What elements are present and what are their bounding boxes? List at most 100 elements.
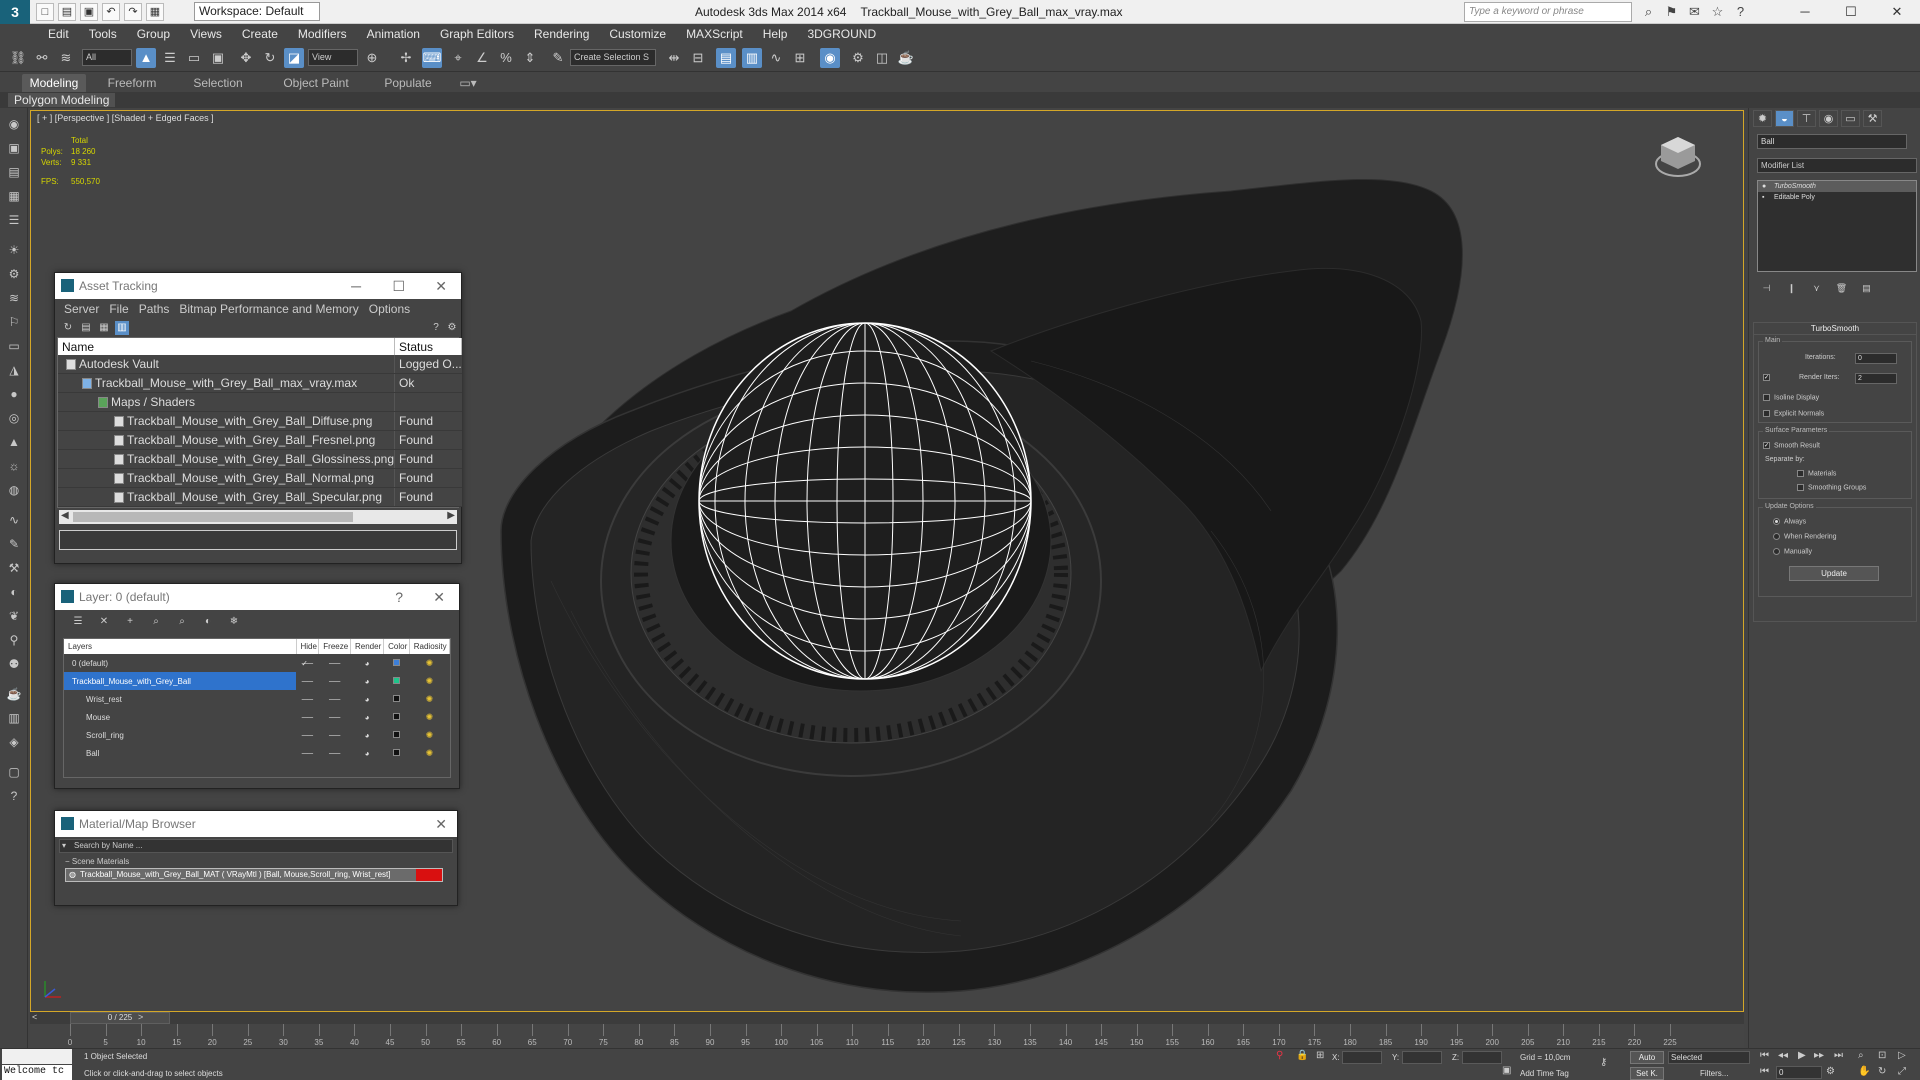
layer-color-cell[interactable] — [384, 744, 410, 762]
go-to-end-icon[interactable]: ⏭ — [1834, 1050, 1843, 1061]
time-slider-next-icon[interactable]: > — [138, 1012, 143, 1022]
freeze-toggle[interactable]: ── — [319, 672, 351, 690]
viewport-label[interactable]: [ + ] [Perspective ] [Shaded + Edged Fac… — [37, 113, 214, 123]
app-logo-button[interactable]: 3 — [0, 0, 30, 24]
scene-materials-section[interactable]: − Scene Materials — [55, 857, 457, 866]
maximize-icon[interactable]: ☐ — [392, 273, 405, 299]
asset-row[interactable]: Trackball_Mouse_with_Grey_Ball_Glossines… — [58, 449, 462, 469]
radiosity-toggle[interactable]: ✺ — [409, 744, 449, 762]
column-header-render[interactable]: Render — [350, 639, 385, 654]
workspace-dropdown[interactable]: Workspace: Default — [194, 2, 320, 21]
selection-lock-icon[interactable]: 🔒 — [1296, 1050, 1308, 1061]
previous-frame-icon[interactable]: ◂◂ — [1778, 1050, 1788, 1061]
light-icon[interactable]: ☀ — [5, 242, 23, 258]
layer-color-cell[interactable] — [384, 708, 410, 726]
layer-row[interactable]: 0 (default) ✓ ── ── ◕ ✺ — [64, 654, 450, 672]
time-slider-thumb[interactable]: 0 / 225 — [70, 1012, 170, 1024]
layer-name-cell[interactable]: Wrist_rest — [64, 690, 296, 708]
edit-named-selection-icon[interactable]: ✎ — [548, 48, 568, 68]
hide-toggle[interactable]: ── — [296, 744, 319, 762]
freeze-toggle[interactable]: ── — [319, 726, 351, 744]
go-to-start-icon[interactable]: ⏮ — [1760, 1050, 1769, 1061]
smooth-result-checkbox[interactable]: ✓ Smooth Result — [1763, 442, 1820, 449]
select-and-link-icon[interactable]: ⛓ — [8, 48, 28, 68]
maxscript-listener-top[interactable] — [2, 1049, 72, 1064]
stack-item-turbosmooth[interactable]: ● TurboSmooth — [1758, 181, 1916, 192]
close-icon[interactable]: ✕ — [433, 584, 445, 610]
tab-selection[interactable]: Selection — [186, 74, 250, 92]
asset-row[interactable]: Trackball_Mouse_with_Grey_Ball_max_vray.… — [58, 373, 462, 393]
undo-icon[interactable]: ↶ — [102, 3, 120, 21]
modifier-list-dropdown[interactable]: Modifier List — [1757, 158, 1917, 173]
menu-create[interactable]: Create — [232, 24, 288, 44]
always-radio[interactable]: Always — [1773, 518, 1806, 525]
hierarchy-tab-icon[interactable]: ⊤ — [1797, 110, 1816, 127]
menu-views[interactable]: Views — [180, 24, 232, 44]
auto-key-button[interactable]: Auto — [1630, 1051, 1664, 1064]
layer-dialog-titlebar[interactable]: Layer: 0 (default) ? ✕ — [55, 584, 459, 610]
rectangular-selection-icon[interactable]: ▭ — [184, 48, 204, 68]
layer-name-cell[interactable]: Scroll_ring — [64, 726, 296, 744]
manually-radio[interactable]: Manually — [1773, 548, 1812, 555]
column-header-hide[interactable]: Hide — [296, 639, 320, 654]
update-button[interactable]: Update — [1789, 566, 1879, 581]
layer-row[interactable]: Ball ── ── ◕ ✺ — [64, 744, 450, 762]
helper-icon[interactable]: ⚙ — [5, 266, 23, 282]
rollout-title[interactable]: TurboSmooth — [1754, 323, 1916, 335]
asset-row[interactable]: Trackball_Mouse_with_Grey_Ball_Specular.… — [58, 487, 462, 507]
orbit-icon[interactable]: ↻ — [1878, 1066, 1886, 1077]
display-icon[interactable]: ▤ — [5, 164, 23, 180]
make-unique-icon[interactable]: ⋎ — [1809, 282, 1824, 295]
render-toggle-icon[interactable]: ◕ — [351, 708, 384, 726]
menu-tools[interactable]: Tools — [79, 24, 127, 44]
expand-icon[interactable]: ▪ — [1762, 192, 1768, 203]
menu-customize[interactable]: Customize — [599, 24, 676, 44]
asset-row[interactable]: Maps / Shaders — [58, 392, 462, 412]
scene-explorer-icon[interactable]: ▥ — [742, 48, 762, 68]
asset-row[interactable]: Autodesk Vault Logged O... — [58, 355, 462, 374]
subscription-icon[interactable]: ⚑ — [1663, 3, 1680, 20]
bind-space-warp-icon[interactable]: ≋ — [56, 48, 76, 68]
minimize-icon[interactable]: ─ — [1782, 0, 1828, 24]
freeze-toggle[interactable]: ── — [319, 744, 351, 762]
table-view-icon[interactable]: ▤ — [79, 321, 93, 335]
field-of-view-icon[interactable]: ▷ — [1898, 1050, 1906, 1061]
freeze-toggle[interactable]: ── — [319, 690, 351, 708]
smoothing-groups-checkbox[interactable]: Smoothing Groups — [1797, 484, 1866, 491]
layer-color-cell[interactable] — [384, 672, 410, 690]
grid-icon[interactable]: ▦ — [5, 188, 23, 204]
column-header-color[interactable]: Color — [383, 639, 410, 654]
hide-toggle[interactable]: ── — [296, 726, 319, 744]
render-icon[interactable]: ◈ — [5, 734, 23, 750]
add-time-tag[interactable]: Add Time Tag — [1520, 1069, 1569, 1078]
menu-3dground[interactable]: 3DGROUND — [797, 24, 886, 44]
leaf-icon[interactable]: ❦ — [5, 608, 23, 624]
hide-toggle[interactable]: ── — [296, 690, 319, 708]
keyboard-shortcut-override-icon[interactable]: ⌨ — [422, 48, 442, 68]
layer-name-cell[interactable]: 0 (default) ✓ — [64, 654, 308, 672]
column-header-layers[interactable]: Layers — [64, 639, 297, 654]
pin-stack-icon[interactable]: ⊣ — [1759, 282, 1774, 295]
polygon-modeling-label[interactable]: Polygon Modeling — [8, 93, 116, 107]
pan-icon[interactable]: ✋ — [1858, 1066, 1870, 1077]
refresh-icon[interactable]: ↻ — [61, 321, 75, 335]
render-iters-checkbox[interactable]: ✓ — [1763, 374, 1774, 381]
radiosity-toggle[interactable]: ✺ — [409, 726, 449, 744]
layer-color-cell[interactable] — [384, 690, 410, 708]
layer-color-swatch[interactable] — [392, 658, 400, 666]
scroll-left-icon[interactable]: ◀ — [61, 510, 69, 521]
system-icon[interactable]: ⚐ — [5, 314, 23, 330]
layer-name-cell[interactable]: Trackball_Mouse_with_Grey_Ball — [64, 672, 296, 690]
curve-editor-icon[interactable]: ∿ — [766, 48, 786, 68]
torus-primitive-icon[interactable]: ◎ — [5, 410, 23, 426]
time-slider[interactable]: < 0 / 225 > — [30, 1012, 1744, 1024]
viewport-camera-icon[interactable]: ◉ — [5, 116, 23, 132]
window-crossing-icon[interactable]: ▣ — [208, 48, 228, 68]
stack-item-editable-poly[interactable]: ▪ Editable Poly — [1758, 192, 1916, 203]
tree-view-icon[interactable]: ▦ — [97, 321, 111, 335]
snaps-toggle-icon[interactable]: ⌖ — [448, 48, 468, 68]
select-manipulate-icon[interactable]: ✢ — [396, 48, 416, 68]
new-file-icon[interactable]: □ — [36, 3, 54, 21]
render-toggle-icon[interactable]: ◕ — [351, 654, 384, 672]
rendered-frame-window-icon[interactable]: ◫ — [872, 48, 892, 68]
